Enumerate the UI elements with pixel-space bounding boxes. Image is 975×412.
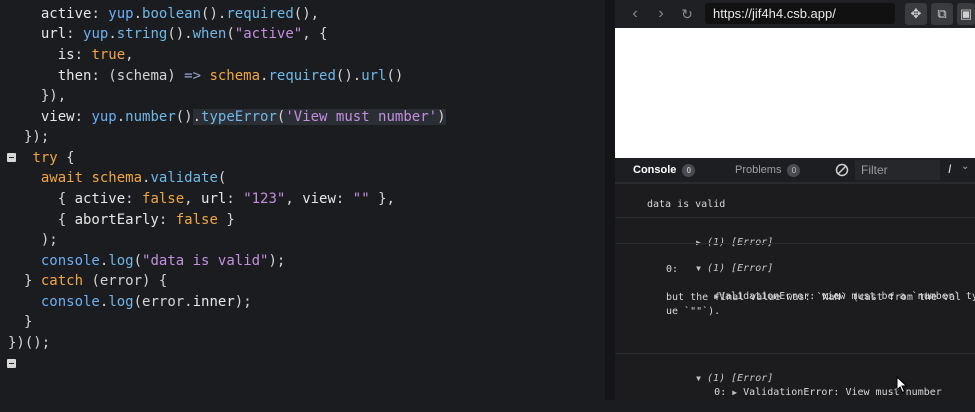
code-line[interactable]: await schema.validate( [24, 168, 226, 188]
console-output[interactable]: data is valid ▶ (1) [Error] ▼ (1) [Error… [615, 183, 975, 400]
code-line[interactable]: }); [24, 127, 49, 147]
code-line[interactable]: } [24, 312, 32, 332]
reload-icon[interactable]: ↻ [677, 4, 697, 24]
tab-console-label: Console [633, 164, 677, 176]
code-line[interactable]: }), [24, 86, 66, 106]
console-entry[interactable]: ▼ (1) [Error] 0: ▶ValidationError: view … [615, 243, 975, 354]
mouse-pointer-icon [896, 376, 908, 394]
tab-problems[interactable]: Problems 0 [735, 161, 801, 179]
filter-input[interactable]: Filter [855, 160, 940, 180]
code-editor[interactable]: active: yup.boolean().required(), url: y… [0, 0, 605, 400]
code-line[interactable]: { active: false, url: "123", view: "" }, [24, 189, 395, 209]
browser-toolbar: ‹ › ↻ https://jif4h4.csb.app/ ✥ ⧉ ▣ [615, 0, 975, 28]
code-line[interactable]: console.log(error.inner); [24, 292, 252, 312]
code-line[interactable]: is: true, [24, 45, 134, 65]
code-line[interactable]: ); [24, 230, 58, 250]
code-line[interactable]: url: yup.string().when("active", { [24, 24, 328, 44]
move-icon[interactable]: ✥ [905, 3, 927, 25]
code-line[interactable]: active: yup.boolean().required(), [24, 4, 319, 24]
error-index: 0: [666, 264, 679, 275]
code-line[interactable]: { abortEarly: false } [24, 210, 235, 230]
breakpoint-marker[interactable] [7, 359, 16, 368]
url-bar[interactable]: https://jif4h4.csb.app/ [705, 3, 895, 24]
pane-divider[interactable] [605, 0, 615, 400]
console-entry[interactable]: ▼ (1) [Error] 0: ▶ ValidationError: View… [615, 353, 975, 401]
preview-area[interactable] [615, 28, 975, 158]
window-icon[interactable]: ▣ [957, 3, 975, 25]
breakpoint-marker[interactable] [7, 153, 16, 162]
copy-icon[interactable]: ⧉ [931, 3, 953, 25]
code-line[interactable]: view: yup.number().typeError('View must … [24, 107, 446, 127]
cursor-icon: I [948, 162, 952, 176]
code-line[interactable]: console.log("data is valid"); [24, 251, 285, 271]
tab-console[interactable]: Console 0 [633, 161, 696, 179]
collapse-arrow-icon[interactable]: ▼ [696, 264, 701, 273]
browser-pane: ‹ › ↻ https://jif4h4.csb.app/ ✥ ⧉ ▣ Cons… [615, 0, 975, 400]
devtools-tabs: Console 0 Problems 0 Filter I ⌄ [615, 158, 975, 183]
console-entry[interactable]: ▶ (1) [Error] [615, 217, 975, 248]
forward-icon[interactable]: › [651, 4, 671, 24]
back-icon[interactable]: ‹ [625, 4, 645, 24]
validation-error-line: but the final value was: `NaN` (cast fro… [666, 292, 962, 303]
problems-count-badge: 0 [787, 163, 801, 177]
console-log-text: data is valid [647, 199, 726, 210]
console-count-badge: 0 [682, 163, 696, 177]
tab-problems-label: Problems [735, 164, 782, 176]
chevron-down-icon[interactable]: ⌄ [961, 161, 969, 172]
code-line[interactable]: then: (schema) => schema.required().url(… [24, 66, 404, 86]
code-line[interactable]: })(); [8, 333, 50, 353]
validation-error-line: ue `""`). [666, 306, 721, 317]
clear-console-icon[interactable] [834, 162, 850, 178]
expand-arrow-icon[interactable]: ▶ [732, 388, 737, 397]
code-line[interactable]: try { [24, 148, 74, 168]
code-line[interactable]: } catch (error) { [24, 271, 167, 291]
